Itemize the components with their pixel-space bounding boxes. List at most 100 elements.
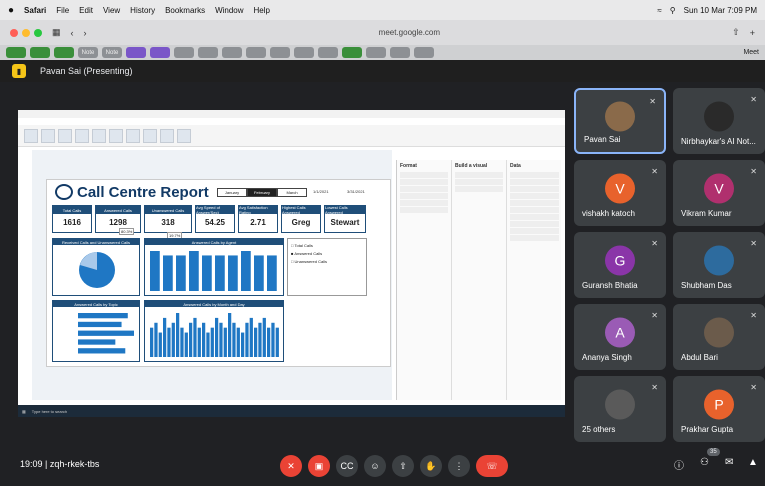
pane-row[interactable] xyxy=(510,193,559,199)
participant-tile[interactable]: G Guransh Bhatia ✕ xyxy=(574,232,666,298)
data-pane-title[interactable]: Data xyxy=(510,163,559,169)
browser-tab[interactable] xyxy=(30,47,50,58)
bar[interactable] xyxy=(150,251,160,291)
bar[interactable] xyxy=(78,321,122,328)
minimize-window-button[interactable] xyxy=(22,28,30,37)
chat-icon[interactable]: ✉ xyxy=(725,457,733,468)
bar[interactable] xyxy=(228,255,238,291)
browser-tab[interactable] xyxy=(222,47,242,58)
pane-row[interactable] xyxy=(455,186,503,192)
ribbon-button[interactable] xyxy=(92,128,106,143)
bar[interactable] xyxy=(241,332,245,357)
raise-hand-button[interactable]: ✋ xyxy=(420,455,442,477)
participant-tile[interactable]: Nirbhaykar's AI Not... ✕ xyxy=(673,88,765,154)
bar[interactable] xyxy=(189,251,199,291)
pane-row[interactable] xyxy=(400,186,448,192)
bar[interactable] xyxy=(202,322,206,357)
browser-tab[interactable] xyxy=(198,47,218,58)
bar[interactable] xyxy=(78,339,116,345)
pane-row[interactable] xyxy=(510,228,559,234)
bar[interactable] xyxy=(236,327,240,357)
pane-row[interactable] xyxy=(400,207,448,213)
menu-history[interactable]: History xyxy=(130,6,155,15)
captions-button[interactable]: CC xyxy=(336,455,358,477)
end-date[interactable]: 3/31/2021 xyxy=(347,189,365,194)
people-icon[interactable]: ⚇ xyxy=(700,457,709,468)
legend-answered-calls[interactable]: ■ Answered Calls xyxy=(291,250,363,258)
bar[interactable] xyxy=(78,313,128,319)
share-icon[interactable]: ⇧ xyxy=(732,27,740,38)
browser-tab[interactable]: Note xyxy=(102,47,122,58)
bar[interactable] xyxy=(232,322,236,357)
browser-tab[interactable] xyxy=(150,47,170,58)
search-icon[interactable]: ⚲ xyxy=(670,6,676,15)
bar[interactable] xyxy=(271,322,275,357)
pane-row[interactable] xyxy=(455,172,503,178)
bar[interactable] xyxy=(267,327,271,357)
bar[interactable] xyxy=(78,348,126,354)
bar[interactable] xyxy=(176,255,186,291)
back-icon[interactable]: ‹ xyxy=(71,28,74,38)
browser-tab[interactable] xyxy=(246,47,266,58)
bar[interactable] xyxy=(241,251,251,291)
bar[interactable] xyxy=(215,317,219,357)
browser-tab[interactable] xyxy=(270,47,290,58)
close-window-button[interactable] xyxy=(10,28,18,37)
bar[interactable] xyxy=(163,255,173,291)
browser-tab[interactable] xyxy=(6,47,26,58)
bar[interactable] xyxy=(210,327,214,357)
pane-row[interactable] xyxy=(510,179,559,185)
participant-tile[interactable]: Vvishakh katoch ✕ xyxy=(574,160,666,226)
bar[interactable] xyxy=(275,327,279,357)
info-icon[interactable]: ⓘ xyxy=(674,457,684,472)
pane-row[interactable] xyxy=(510,172,559,178)
month-march-button[interactable]: March xyxy=(277,188,307,197)
participant-tile[interactable]: P Prakhar Gupta ✕ xyxy=(673,376,765,442)
format-pane-title[interactable]: Format xyxy=(400,163,448,169)
menu-bookmarks[interactable]: Bookmarks xyxy=(165,6,205,15)
browser-tab[interactable] xyxy=(294,47,314,58)
ribbon-button[interactable] xyxy=(58,128,72,143)
menu-edit[interactable]: Edit xyxy=(79,6,93,15)
bar[interactable] xyxy=(150,327,154,357)
address-bar[interactable]: meet.google.com xyxy=(379,28,440,37)
ribbon-button[interactable] xyxy=(41,128,55,143)
more-options-button[interactable]: ⋮ xyxy=(448,455,470,477)
pane-row[interactable] xyxy=(510,207,559,213)
bar[interactable] xyxy=(171,322,175,357)
bar[interactable] xyxy=(254,255,264,291)
bar[interactable] xyxy=(167,327,171,357)
ribbon-button[interactable] xyxy=(126,128,140,143)
bar[interactable] xyxy=(223,327,227,357)
browser-tab[interactable] xyxy=(390,47,410,58)
browser-tab[interactable] xyxy=(366,47,386,58)
browser-tab[interactable] xyxy=(54,47,74,58)
bar[interactable] xyxy=(249,317,253,357)
pane-row[interactable] xyxy=(510,200,559,206)
new-tab-icon[interactable]: + xyxy=(750,28,755,38)
pane-row[interactable] xyxy=(455,179,503,185)
bar[interactable] xyxy=(228,313,232,357)
participant-tile[interactable]: A Ananya Singh ✕ xyxy=(574,304,666,370)
menu-view[interactable]: View xyxy=(103,6,120,15)
participant-tile[interactable]: Shubham Das ✕ xyxy=(673,232,765,298)
bar[interactable] xyxy=(219,322,223,357)
ribbon-button[interactable] xyxy=(177,128,191,143)
pane-row[interactable] xyxy=(400,179,448,185)
bar[interactable] xyxy=(193,317,197,357)
activities-icon[interactable]: ▲ xyxy=(748,457,758,468)
browser-tab[interactable] xyxy=(174,47,194,58)
bar[interactable] xyxy=(154,322,158,357)
visual-pane-title[interactable]: Build a visual xyxy=(455,163,503,169)
bar[interactable] xyxy=(163,317,167,357)
apple-icon[interactable]: ● xyxy=(8,5,14,16)
bar[interactable] xyxy=(245,322,249,357)
pane-row[interactable] xyxy=(400,200,448,206)
participant-tile[interactable]: 25 others ✕ xyxy=(574,376,666,442)
pane-row[interactable] xyxy=(510,235,559,241)
bar[interactable] xyxy=(180,327,184,357)
pane-row[interactable] xyxy=(510,221,559,227)
windows-start-icon[interactable]: ▦ xyxy=(22,409,26,414)
presentation-icon[interactable]: ▮ xyxy=(12,64,26,78)
bar[interactable] xyxy=(197,327,201,357)
